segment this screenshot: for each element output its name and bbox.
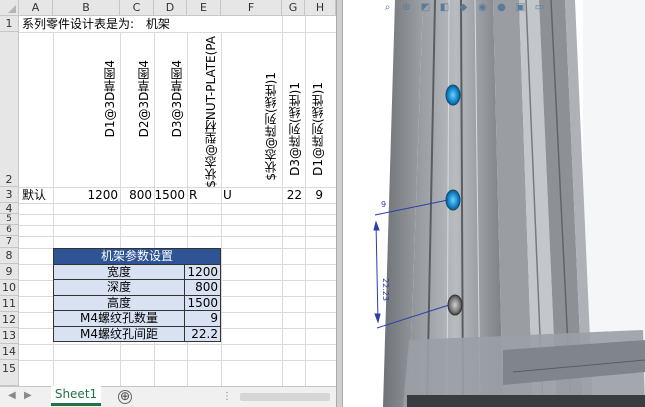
cell-g3[interactable]: 22 (282, 187, 302, 203)
row-header-12[interactable]: 12 (0, 312, 19, 328)
table-row: 高度 1500 (53, 294, 221, 311)
parameter-table: 机架参数设置 宽度 1200 深度 800 高度 1500 M4螺纹孔数量 9 … (53, 248, 221, 342)
param-label-hole-count[interactable]: M4螺纹孔数量 (53, 310, 185, 327)
dimension-top-label[interactable]: 9 (381, 200, 386, 209)
row-header-2[interactable]: 2 (0, 32, 19, 187)
search-icon[interactable]: ⌕ (381, 2, 394, 14)
row-header-6[interactable]: 6 (0, 225, 19, 236)
dimension-vertical-label[interactable]: 22.23 (381, 278, 390, 301)
monitor-icon[interactable]: ▭ (533, 2, 546, 14)
param-label-hole-spacing[interactable]: M4螺纹孔间距 (53, 325, 185, 342)
header-f2[interactable]: $状态@阵列(线性)1 (262, 72, 279, 181)
row-header-9[interactable]: 9 (0, 264, 19, 280)
zoom-icon[interactable]: ⊕ (400, 2, 413, 14)
header-d2[interactable]: D3@3D草图4 (168, 60, 185, 137)
prev-sheet-icon[interactable]: ◀ (8, 390, 16, 401)
row-header-14[interactable]: 14 (0, 344, 19, 360)
header-h2[interactable]: D1@阵列(线性)1 (309, 82, 326, 176)
section-icon[interactable]: ◧ (438, 2, 451, 14)
tab-scroll-separator-icon[interactable]: ⋮ (222, 391, 232, 402)
cell-h3[interactable]: 9 (305, 187, 323, 203)
cell-f3[interactable]: U (223, 187, 232, 203)
frame-model: 9 22.23 (373, 0, 645, 407)
column-header-b[interactable]: B (53, 0, 120, 16)
hole-2[interactable] (445, 189, 461, 211)
tab-sheet1[interactable]: Sheet1 (51, 386, 101, 406)
cell-a1[interactable]: 系列零件设计表是为: 机架 (22, 16, 170, 32)
row-header-15[interactable]: 15 (0, 360, 19, 386)
row-header-5[interactable]: 5 (0, 214, 19, 225)
param-value-hole-count[interactable]: 9 (184, 310, 221, 327)
table-row: M4螺纹孔数量 9 (53, 310, 221, 327)
row-header-11[interactable]: 11 (0, 296, 19, 312)
column-header-d[interactable]: D (154, 0, 187, 16)
select-all-corner[interactable] (0, 0, 19, 16)
design-table-target: 机架 (145, 17, 170, 31)
parameter-table-title[interactable]: 机架参数设置 (53, 248, 221, 265)
display-icon[interactable]: ◆ (457, 2, 470, 14)
column-header-f[interactable]: F (221, 0, 282, 16)
param-label-width[interactable]: 宽度 (53, 263, 185, 280)
split-divider[interactable] (336, 0, 343, 407)
hide-icon[interactable]: ◉ (476, 2, 489, 14)
scene-icon[interactable]: ▣ (514, 2, 527, 14)
param-label-height[interactable]: 高度 (53, 294, 185, 311)
column-header-g[interactable]: G (282, 0, 305, 16)
row-header-7[interactable]: 7 (0, 236, 19, 248)
param-value-height[interactable]: 1500 (184, 294, 221, 311)
appearance-icon[interactable]: ● (495, 2, 508, 14)
header-b2[interactable]: D1@3D草图4 (101, 60, 118, 137)
next-sheet-icon[interactable]: ▶ (24, 390, 32, 401)
header-c2[interactable]: D2@3D草图4 (135, 60, 152, 137)
table-row: 深度 800 (53, 279, 221, 296)
cell-a3[interactable]: 默认 (22, 187, 46, 203)
header-g2[interactable]: D3@阵列(线性)1 (286, 82, 303, 176)
column-header-c[interactable]: C (120, 0, 154, 16)
cad-viewport[interactable]: 9 22.23 ⌕ ⊕ ◩ ◧ ◆ ◉ ● ▣ ▭ (343, 0, 645, 407)
row-header-10[interactable]: 10 (0, 280, 19, 296)
view-toolbar: ⌕ ⊕ ◩ ◧ ◆ ◉ ● ▣ ▭ (373, 0, 645, 16)
row-header-1[interactable]: 1 (0, 16, 19, 32)
column-header-a[interactable]: A (19, 0, 53, 16)
spreadsheet-pane[interactable]: A B C D E F G H 1 2 3 4 5 6 7 8 9 10 11 … (0, 0, 336, 407)
header-e2[interactable]: $状态@型材NUT-PLATE(PA (202, 36, 219, 188)
param-value-width[interactable]: 1200 (184, 263, 221, 280)
param-value-hole-spacing[interactable]: 22.2 (184, 325, 221, 342)
column-header-h[interactable]: H (305, 0, 336, 16)
row-header-8[interactable]: 8 (0, 248, 19, 264)
cell-b3[interactable]: 1200 (53, 187, 118, 203)
row-header-13[interactable]: 13 (0, 328, 19, 344)
cell-e3[interactable]: R (189, 187, 197, 203)
view-icon[interactable]: ◩ (419, 2, 432, 14)
horizontal-scrollbar[interactable] (240, 393, 330, 401)
sheet-tabs-bar: ◀ ▶ Sheet1 ⊕ ⋮ (0, 386, 336, 407)
add-sheet-button[interactable]: ⊕ (118, 390, 132, 404)
table-row: M4螺纹孔间距 22.2 (53, 325, 221, 342)
cell-c3[interactable]: 800 (120, 187, 152, 203)
table-row: 宽度 1200 (53, 263, 221, 280)
cell-d3[interactable]: 1500 (154, 187, 185, 203)
column-header-e[interactable]: E (187, 0, 221, 16)
hole-1[interactable] (445, 84, 461, 106)
design-table-caption: 系列零件设计表是为: (22, 17, 135, 31)
row-header-4[interactable]: 4 (0, 202, 19, 215)
hole-3[interactable] (447, 294, 463, 316)
param-label-depth[interactable]: 深度 (53, 279, 185, 296)
param-value-depth[interactable]: 800 (184, 279, 221, 296)
